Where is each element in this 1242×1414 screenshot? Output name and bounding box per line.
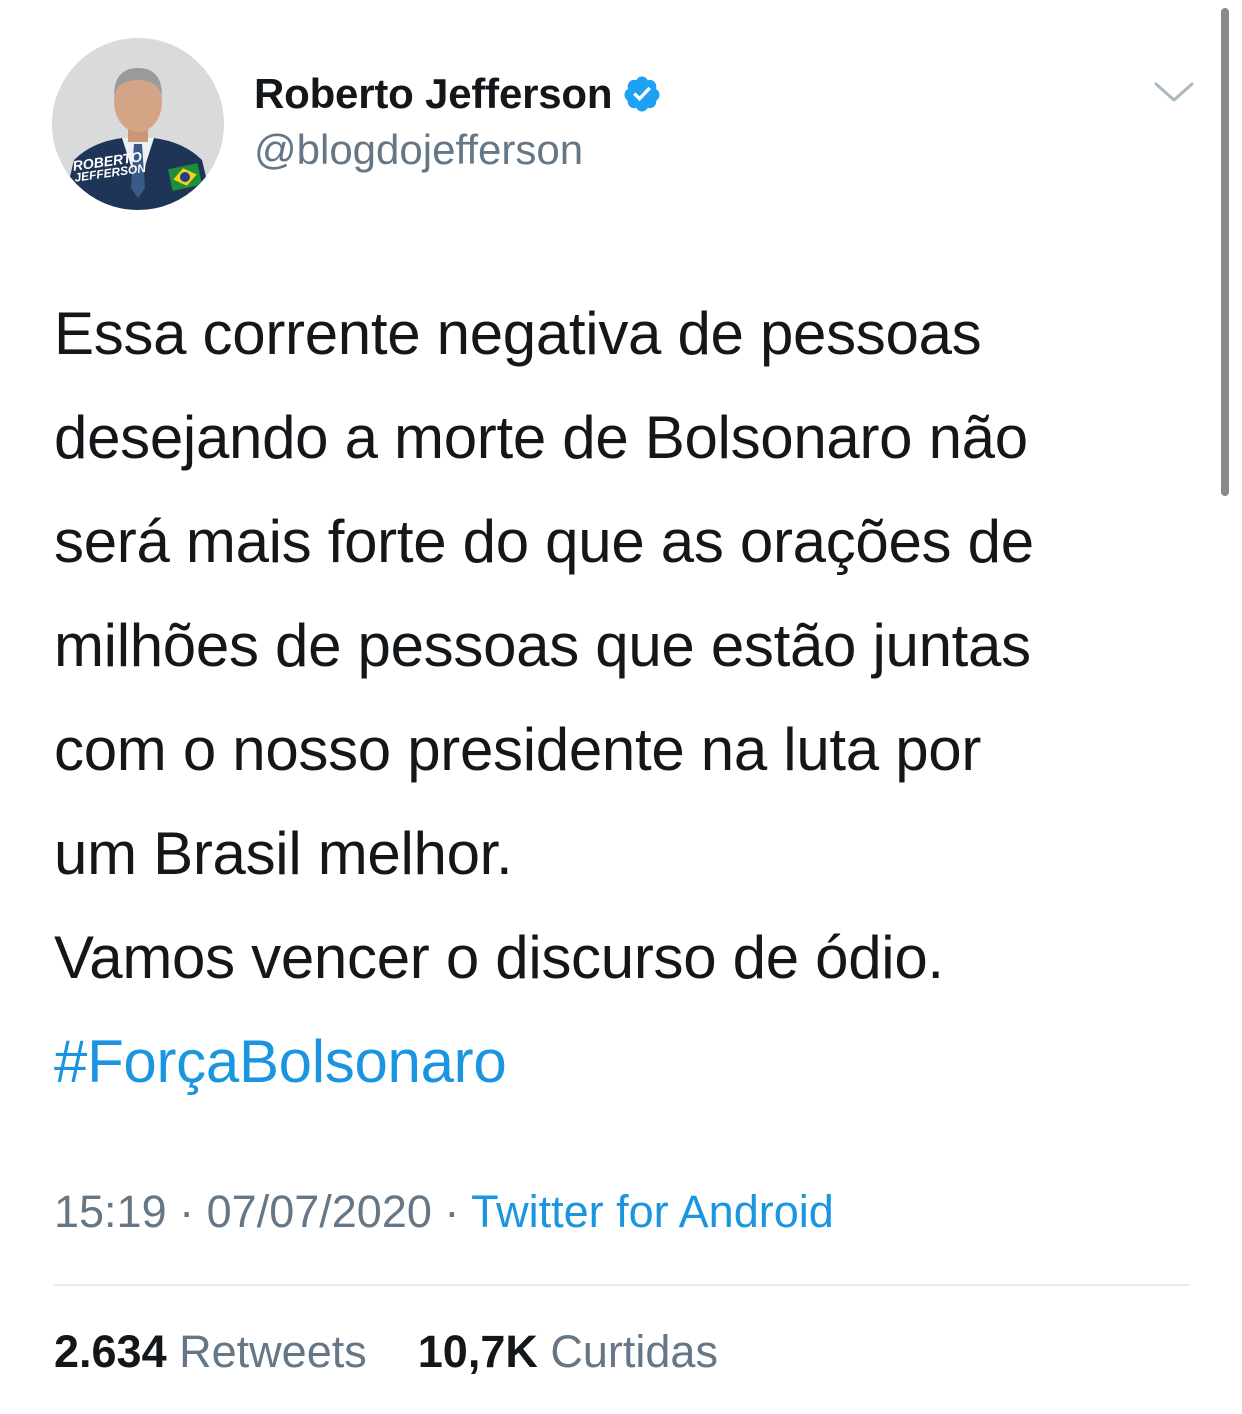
tweet-text: Essa corrente negativa de pessoas deseja… <box>54 282 1214 1114</box>
tweet-date: 07/07/2020 <box>206 1186 432 1237</box>
likes-label: Curtidas <box>550 1326 718 1377</box>
author-avatar[interactable]: ROBERTO JEFFERSON <box>52 38 224 210</box>
hashtag-link[interactable]: #ForçaBolsonaro <box>54 1010 1214 1114</box>
scrollbar[interactable] <box>1221 8 1229 496</box>
likes-count: 10,7K <box>417 1326 538 1377</box>
tweet-meta: 15:19 · 07/07/2020 · Twitter for Android <box>54 1186 834 1238</box>
author-handle[interactable]: @blogdojefferson <box>254 126 583 174</box>
meta-separator: · <box>444 1186 460 1237</box>
tweet-stats: 2.634 Retweets 10,7K Curtidas <box>54 1326 718 1378</box>
tweet-time: 15:19 <box>54 1186 167 1237</box>
meta-separator: · <box>179 1186 195 1237</box>
retweets-stat[interactable]: 2.634 Retweets <box>54 1326 379 1377</box>
tweet-text-line: será mais forte do que as orações de <box>54 508 1034 575</box>
divider <box>54 1284 1190 1286</box>
verified-badge-icon <box>622 74 662 114</box>
retweets-label: Retweets <box>179 1326 367 1377</box>
likes-stat[interactable]: 10,7K Curtidas <box>418 1326 718 1377</box>
tweet-text-line: um Brasil melhor. <box>54 820 513 887</box>
tweet-text-line: desejando a morte de Bolsonaro não <box>54 404 1028 471</box>
tweet-source-link[interactable]: Twitter for Android <box>471 1186 834 1237</box>
tweet-text-line: com o nosso presidente na luta por <box>54 716 982 783</box>
author-name-row[interactable]: Roberto Jefferson <box>254 66 662 122</box>
chevron-down-icon[interactable] <box>1152 78 1196 106</box>
author-name[interactable]: Roberto Jefferson <box>254 70 613 118</box>
tweet-text-line: Essa corrente negativa de pessoas <box>54 300 982 367</box>
retweets-count: 2.634 <box>54 1326 167 1377</box>
tweet-text-line: milhões de pessoas que estão juntas <box>54 612 1031 679</box>
tweet-text-line: Vamos vencer o discurso de ódio. <box>54 924 944 991</box>
